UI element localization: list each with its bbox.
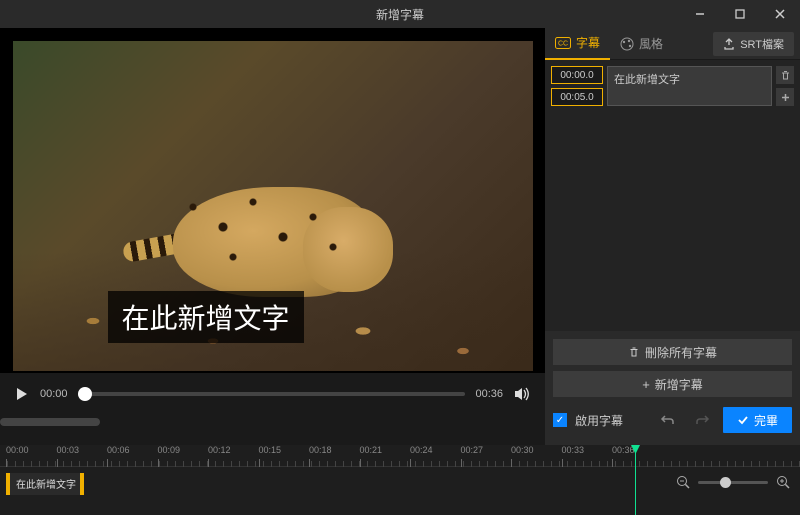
titlebar: 新增字幕	[0, 0, 800, 28]
ruler-tick: 00:03	[57, 445, 80, 455]
ruler-tick: 00:27	[461, 445, 484, 455]
ruler-tick: 00:15	[259, 445, 282, 455]
check-icon	[737, 414, 749, 426]
subtitle-text-input[interactable]: 在此新增文字	[607, 66, 772, 106]
duration-time: 00:36	[475, 388, 503, 400]
plus-icon: +	[642, 377, 650, 392]
subtitle-overlay: 在此新增文字	[108, 291, 304, 343]
add-subtitle-button[interactable]: + 新增字幕	[553, 371, 792, 397]
tab-label: 風格	[639, 35, 663, 52]
svg-text:CC: CC	[558, 40, 568, 47]
player-controls: 00:00 00:36	[0, 373, 545, 415]
cc-icon: CC	[555, 37, 571, 49]
zoom-slider[interactable]	[698, 481, 768, 484]
srt-label: SRT檔案	[740, 36, 784, 52]
redo-button[interactable]	[689, 407, 715, 433]
import-icon	[723, 38, 735, 50]
delete-all-label: 刪除所有字幕	[645, 344, 717, 361]
ruler-tick: 00:18	[309, 445, 332, 455]
trash-icon	[780, 70, 791, 81]
ruler-tick: 00:36	[612, 445, 635, 455]
undo-icon	[660, 412, 676, 428]
start-time-input[interactable]: 00:00.0	[551, 66, 603, 84]
done-button[interactable]: 完畢	[723, 407, 792, 433]
delete-row-button[interactable]	[776, 66, 794, 84]
video-preview: 在此新增文字	[0, 28, 545, 373]
redo-icon	[694, 412, 710, 428]
timeline-scrollbar[interactable]	[0, 415, 545, 429]
zoom-out-button[interactable]	[676, 475, 690, 489]
volume-button[interactable]	[513, 385, 531, 403]
subtitle-list: 00:00.0 00:05.0 在此新增文字	[545, 60, 800, 331]
ruler-tick: 00:00	[6, 445, 29, 455]
plus-icon	[780, 92, 791, 103]
side-panel: CC 字幕 風格 SRT檔案 00:00.0 00:05.0 在此新增文字	[545, 28, 800, 445]
timeline-ruler[interactable]: 00:00 00:03 00:06 00:09 00:12 00:15 00:18 00:21…	[0, 445, 800, 467]
subtitle-clip[interactable]: 在此新增文字	[6, 473, 84, 495]
add-subtitle-label: 新增字幕	[655, 376, 703, 393]
timeline: 00:00 00:03 00:06 00:09 00:12 00:15 00:18 00:21…	[0, 445, 800, 515]
done-label: 完畢	[754, 412, 778, 429]
minimize-button[interactable]	[680, 0, 720, 28]
enable-subtitle-checkbox[interactable]: ✓	[553, 413, 567, 427]
ruler-tick: 00:21	[360, 445, 383, 455]
ruler-tick: 00:06	[107, 445, 130, 455]
end-time-input[interactable]: 00:05.0	[551, 88, 603, 106]
current-time: 00:00	[40, 388, 68, 400]
tab-style[interactable]: 風格	[610, 28, 673, 60]
ruler-tick: 00:09	[158, 445, 181, 455]
maximize-button[interactable]	[720, 0, 760, 28]
subtitle-row: 00:00.0 00:05.0 在此新增文字	[551, 66, 794, 106]
srt-import-button[interactable]: SRT檔案	[713, 32, 794, 56]
zoom-in-button[interactable]	[776, 475, 790, 489]
palette-icon	[620, 37, 634, 51]
add-row-button[interactable]	[776, 88, 794, 106]
undo-button[interactable]	[655, 407, 681, 433]
tab-subtitle[interactable]: CC 字幕	[545, 28, 610, 60]
playhead[interactable]	[635, 445, 636, 515]
enable-label: 啟用字幕	[575, 412, 623, 429]
tab-label: 字幕	[576, 34, 600, 51]
ruler-tick: 00:12	[208, 445, 231, 455]
ruler-tick: 00:33	[562, 445, 585, 455]
window-title: 新增字幕	[376, 6, 424, 23]
ruler-tick: 00:30	[511, 445, 534, 455]
play-button[interactable]	[14, 386, 30, 402]
trash-icon	[628, 346, 640, 358]
delete-all-button[interactable]: 刪除所有字幕	[553, 339, 792, 365]
preview-panel: 在此新增文字 00:00 00:36	[0, 28, 545, 445]
ruler-tick: 00:24	[410, 445, 433, 455]
close-button[interactable]	[760, 0, 800, 28]
seek-slider[interactable]	[78, 392, 466, 396]
